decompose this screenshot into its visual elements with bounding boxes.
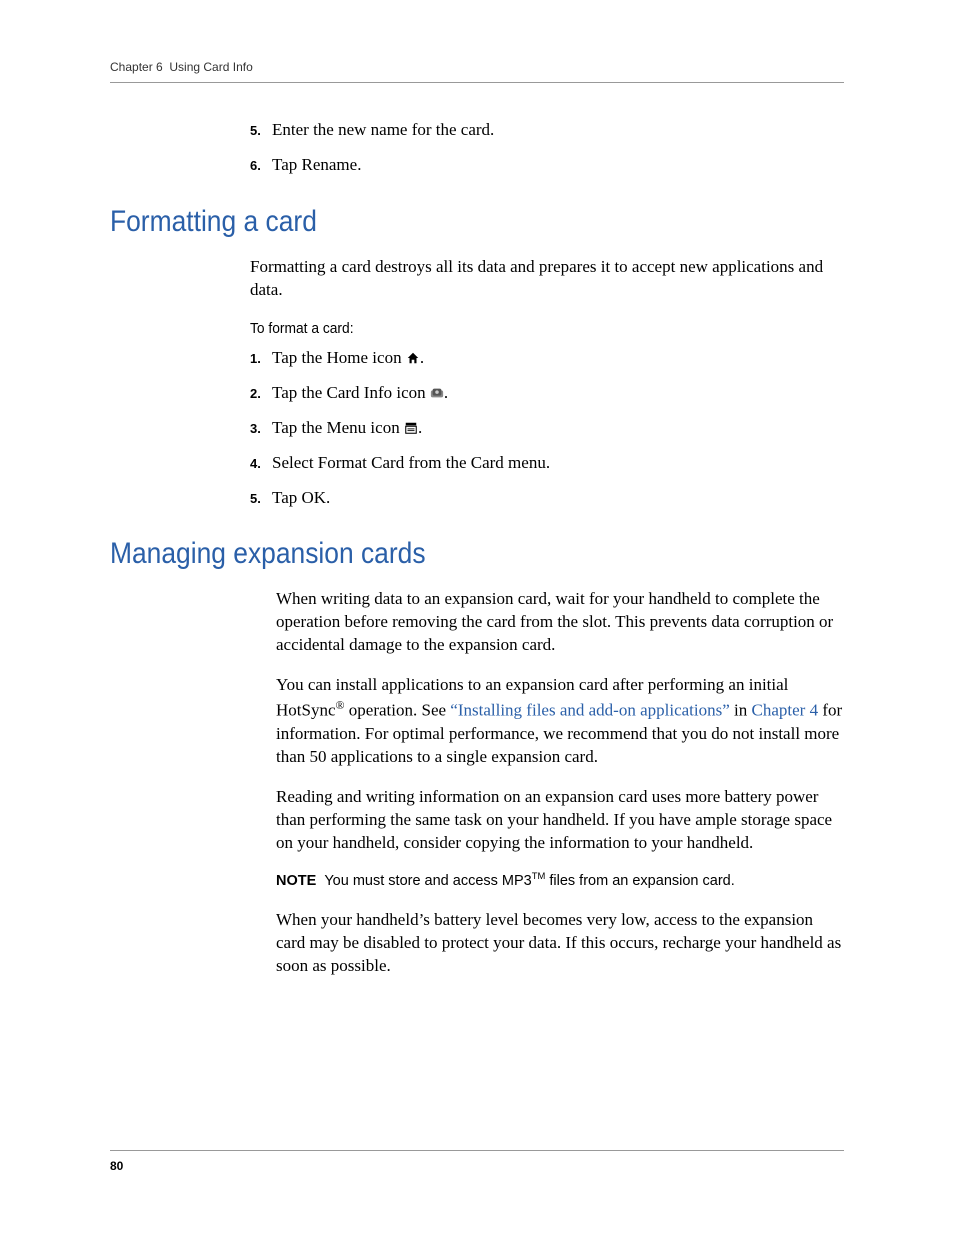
step-text: Tap the Card Info icon .	[272, 382, 844, 405]
managing-p1: When writing data to an expansion card, …	[276, 588, 844, 657]
list-item: 6. Tap Rename.	[250, 154, 844, 177]
menu-icon	[404, 419, 418, 433]
step-number: 2.	[250, 385, 272, 403]
managing-p2: You can install applications to an expan…	[276, 674, 844, 768]
heading-managing: Managing expansion cards	[110, 537, 756, 571]
step-number: 4.	[250, 455, 272, 473]
step-text: Tap the Home icon .	[272, 347, 844, 370]
note: NOTE You must store and access MP3TM fil…	[276, 870, 844, 891]
link-chapter-4[interactable]: Chapter 4	[752, 701, 819, 720]
intro-step-list: 5. Enter the new name for the card. 6. T…	[250, 119, 844, 177]
list-item: 5. Enter the new name for the card.	[250, 119, 844, 142]
step-number: 6.	[250, 157, 272, 175]
card-info-icon	[430, 384, 444, 398]
step-number: 3.	[250, 420, 272, 438]
step-text: Select Format Card from the Card menu.	[272, 452, 844, 475]
home-icon	[406, 349, 420, 363]
step-number: 1.	[250, 350, 272, 368]
format-step-list: 1. Tap the Home icon . 2. Tap the Card I…	[250, 347, 844, 510]
step-text: Tap Rename.	[272, 154, 844, 177]
step-number: 5.	[250, 490, 272, 508]
managing-p4: When your handheld’s battery level becom…	[276, 909, 844, 978]
step-text: Tap the Menu icon .	[272, 417, 844, 440]
step-text: Tap OK.	[272, 487, 844, 510]
step-text: Enter the new name for the card.	[272, 119, 844, 142]
formatting-intro: Formatting a card destroys all its data …	[250, 256, 844, 302]
heading-formatting: Formatting a card	[110, 205, 756, 239]
list-item: 5. Tap OK.	[250, 487, 844, 510]
managing-p3: Reading and writing information on an ex…	[276, 786, 844, 855]
list-item: 2. Tap the Card Info icon .	[250, 382, 844, 405]
link-installing-files[interactable]: “Installing files and add-on application…	[450, 701, 729, 720]
list-item: 3. Tap the Menu icon .	[250, 417, 844, 440]
chapter-label: Chapter 6	[110, 60, 163, 74]
list-item: 4. Select Format Card from the Card menu…	[250, 452, 844, 475]
running-header: Chapter 6 Using Card Info	[110, 60, 844, 83]
subheading-to-format: To format a card:	[250, 320, 796, 337]
list-item: 1. Tap the Home icon .	[250, 347, 844, 370]
step-number: 5.	[250, 122, 272, 140]
page-number: 80	[110, 1159, 123, 1173]
chapter-title: Using Card Info	[169, 60, 252, 74]
note-label: NOTE	[276, 873, 316, 889]
page-footer: 80	[110, 1150, 844, 1175]
